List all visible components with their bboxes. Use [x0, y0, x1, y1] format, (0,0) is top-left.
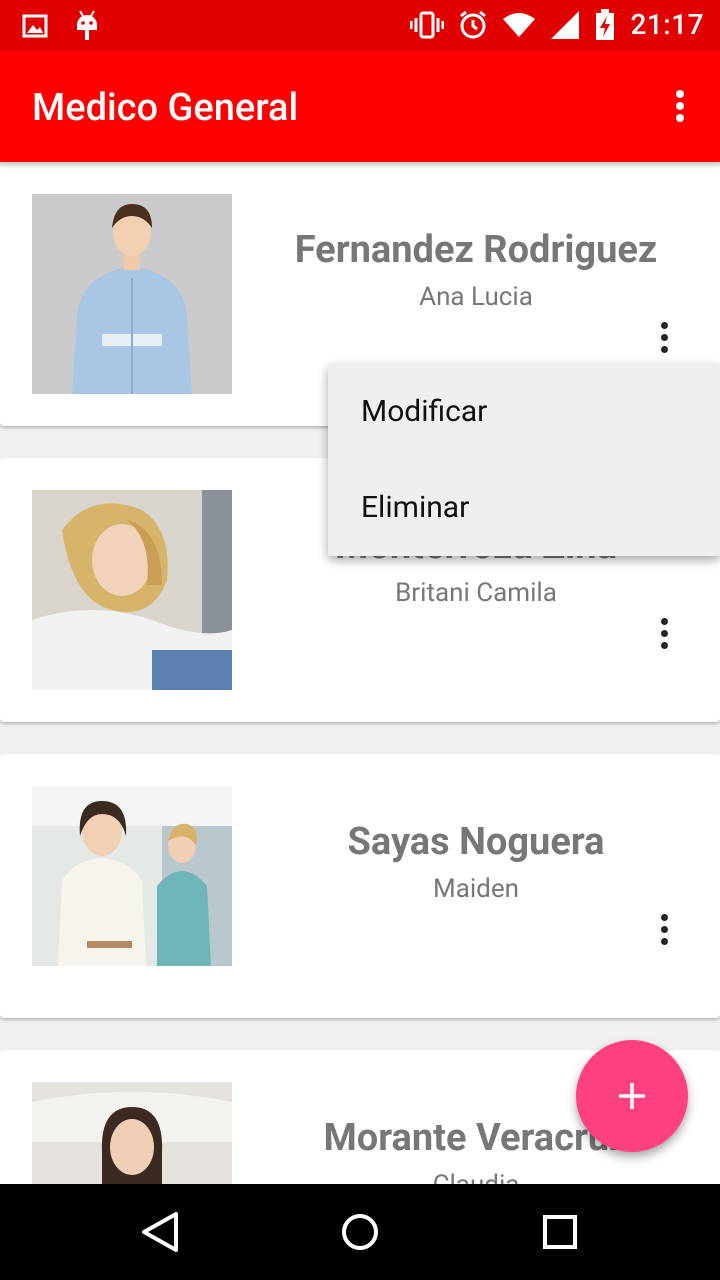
more-vert-icon[interactable] [674, 90, 686, 124]
more-vert-icon[interactable] [656, 322, 672, 358]
status-bar: 21:17 [0, 0, 720, 50]
add-button[interactable] [576, 1040, 688, 1152]
menu-item-eliminar[interactable]: Eliminar [328, 460, 720, 556]
plus-icon [619, 1083, 645, 1109]
doctor-card[interactable]: Sayas Noguera Maiden [0, 754, 720, 1018]
image-notification-icon [22, 14, 48, 38]
more-vert-icon[interactable] [656, 914, 672, 950]
doctor-photo [32, 1082, 232, 1184]
battery-charging-icon [596, 8, 615, 40]
navigation-bar [0, 1184, 720, 1280]
doctor-given-names: Claudia [232, 1170, 720, 1184]
android-debug-icon [77, 10, 97, 40]
doctor-surname: Sayas Noguera [347, 820, 605, 864]
cell-signal-icon [551, 10, 580, 39]
wifi-icon [503, 12, 536, 37]
app-bar: Medico General [0, 50, 720, 162]
doctor-given-names: Britani Camila [395, 578, 557, 608]
home-icon[interactable] [336, 1208, 384, 1256]
doctor-photo [32, 194, 232, 394]
page-title: Medico General [32, 86, 299, 130]
doctor-list[interactable]: Fernandez Rodriguez Ana Lucia Monterroza… [0, 162, 720, 1184]
doctor-given-names: Maiden [433, 874, 519, 904]
doctor-photo [32, 786, 232, 986]
doctor-surname: Fernandez Rodriguez [294, 228, 658, 272]
back-icon[interactable] [136, 1208, 184, 1256]
recents-icon[interactable] [536, 1208, 584, 1256]
vibrate-icon [410, 11, 445, 38]
popup-menu: Modificar Eliminar [328, 364, 720, 556]
clock: 21:17 [630, 8, 704, 41]
menu-item-modificar[interactable]: Modificar [328, 364, 720, 460]
doctor-photo [32, 490, 232, 690]
alarm-icon [460, 10, 487, 38]
doctor-given-names: Ana Lucia [419, 282, 533, 312]
more-vert-icon[interactable] [656, 618, 672, 654]
